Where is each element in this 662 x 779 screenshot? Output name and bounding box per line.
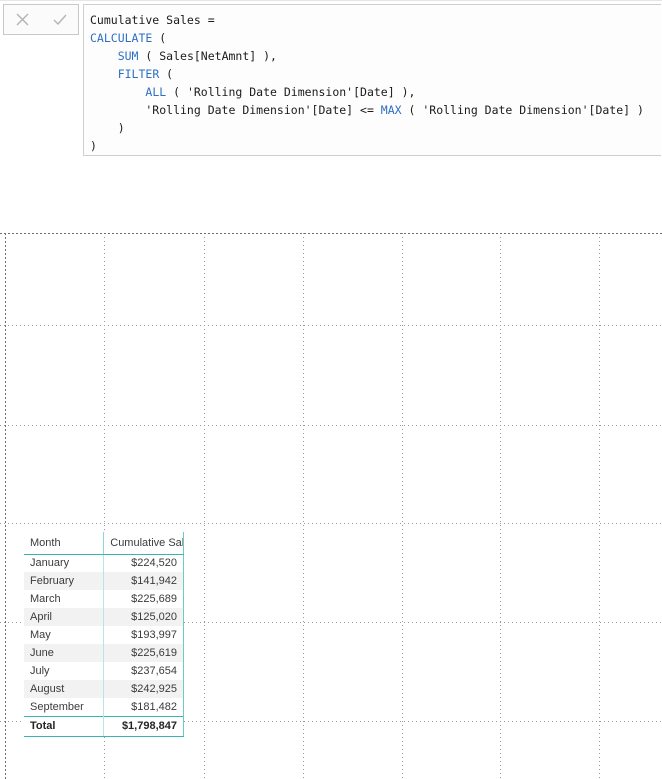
cell-cumulative-sales[interactable]: $242,925	[103, 680, 184, 698]
dax-text: (	[152, 31, 167, 45]
cell-month[interactable]: May	[24, 626, 105, 644]
dax-text: (	[159, 67, 174, 81]
cell-cumulative-sales[interactable]: $181,482	[103, 698, 184, 716]
cell-cumulative-sales[interactable]: $225,689	[103, 590, 184, 608]
dax-text: Cumulative Sales =	[90, 13, 215, 27]
column-header-cumulative-sales[interactable]: Cumulative Sales	[103, 532, 184, 555]
total-label: Total	[24, 715, 105, 737]
dax-code-text: Cumulative Sales = CALCULATE ( SUM ( Sale…	[90, 11, 661, 155]
gridline-vertical	[402, 233, 403, 779]
table-body: January $224,520 February $141,942 March $225…	[24, 554, 184, 716]
column-header-month[interactable]: Month	[24, 532, 105, 555]
report-canvas[interactable]: Month Cumulative Sales January$224,520Fe…	[0, 233, 662, 779]
gridline-horizontal	[0, 325, 662, 326]
dax-text	[90, 67, 118, 81]
table-row[interactable]: August $242,925	[24, 680, 184, 698]
table-row[interactable]: May $193,997	[24, 626, 184, 644]
cell-month[interactable]: March	[24, 590, 105, 608]
table-header: Month Cumulative Sales	[24, 532, 184, 555]
dax-keyword: SUM	[117, 49, 139, 63]
cell-month[interactable]: January	[24, 554, 105, 572]
dax-formula-bar: Cumulative Sales = CALCULATE ( SUM ( Sale…	[0, 0, 662, 157]
formula-commit-button-group	[3, 4, 79, 35]
cell-cumulative-sales[interactable]: $224,520	[103, 554, 184, 572]
cell-cumulative-sales[interactable]: $225,619	[103, 644, 184, 662]
dax-keyword: MAX	[380, 103, 402, 117]
close-x-icon	[15, 12, 30, 27]
cell-cumulative-sales[interactable]: $141,942	[103, 572, 184, 590]
dax-code-line: )	[90, 119, 661, 137]
dax-code-line: CALCULATE (	[90, 29, 661, 47]
formula-bar-top-divider	[0, 0, 662, 1]
dax-text: )	[90, 121, 125, 135]
cell-cumulative-sales[interactable]: $237,654	[103, 662, 184, 680]
dax-code-line: 'Rolling Date Dimension'[Date] <= MAX ( …	[90, 101, 661, 119]
table-row[interactable]: June $225,619	[24, 644, 184, 662]
dax-code-line: ALL ( 'Rolling Date Dimension'[Date] ),	[90, 83, 661, 101]
dax-text: )	[90, 139, 97, 153]
table-row[interactable]: July $237,654	[24, 662, 184, 680]
cell-month[interactable]: August	[24, 680, 105, 698]
gridline-horizontal	[0, 523, 662, 524]
table-row[interactable]: March $225,689	[24, 590, 184, 608]
dax-keyword: ALL	[145, 85, 167, 99]
gridline-vertical	[500, 233, 501, 779]
dax-text: ( 'Rolling Date Dimension'[Date] ),	[166, 85, 416, 99]
dax-text: ( Sales[NetAmnt] ),	[138, 49, 277, 63]
checkmark-icon	[52, 12, 68, 27]
cell-cumulative-sales[interactable]: $125,020	[103, 608, 184, 626]
gridline-horizontal	[0, 233, 662, 235]
table-row[interactable]: January $224,520	[24, 554, 184, 572]
gridline-vertical	[303, 233, 304, 779]
gridline-vertical	[599, 233, 600, 779]
cell-month[interactable]: April	[24, 608, 105, 626]
table-header-row: Month Cumulative Sales	[24, 532, 184, 555]
cell-month[interactable]: February	[24, 572, 105, 590]
table-footer: Total $1,798,847	[24, 715, 184, 737]
commit-button[interactable]	[45, 5, 75, 34]
gridline-vertical	[204, 233, 205, 779]
cell-month[interactable]: July	[24, 662, 105, 680]
dax-keyword: FILTER	[117, 67, 160, 81]
dax-code-line: Cumulative Sales =	[90, 11, 661, 29]
cumulative-sales-table[interactable]: Month Cumulative Sales January$224,520Fe…	[24, 532, 184, 737]
cell-month[interactable]: September	[24, 698, 105, 716]
gridline-vertical	[5, 233, 7, 779]
cell-cumulative-sales[interactable]: $193,997	[103, 626, 184, 644]
dax-text: ( 'Rolling Date Dimension'[Date] )	[401, 103, 644, 117]
table-visual[interactable]: Month Cumulative Sales January$224,520Fe…	[24, 532, 184, 737]
gridline-horizontal	[0, 425, 662, 426]
dax-formula-editor[interactable]: Cumulative Sales = CALCULATE ( SUM ( Sale…	[83, 4, 661, 156]
total-value: $1,798,847	[103, 715, 184, 737]
table-row[interactable]: February $141,942	[24, 572, 184, 590]
table-row[interactable]: September $181,482	[24, 698, 184, 716]
table-total-row: Total $1,798,847	[24, 715, 184, 737]
cancel-button[interactable]	[8, 5, 38, 34]
dax-code-line: )	[90, 137, 661, 155]
dax-code-line: SUM ( Sales[NetAmnt] ),	[90, 47, 661, 65]
cell-month[interactable]: June	[24, 644, 105, 662]
dax-keyword: CALCULATE	[90, 31, 153, 45]
dax-text	[90, 85, 145, 99]
table-row[interactable]: April $125,020	[24, 608, 184, 626]
dax-text: 'Rolling Date Dimension'[Date] <=	[90, 103, 381, 117]
dax-code-line: FILTER (	[90, 65, 661, 83]
dax-text	[90, 49, 118, 63]
